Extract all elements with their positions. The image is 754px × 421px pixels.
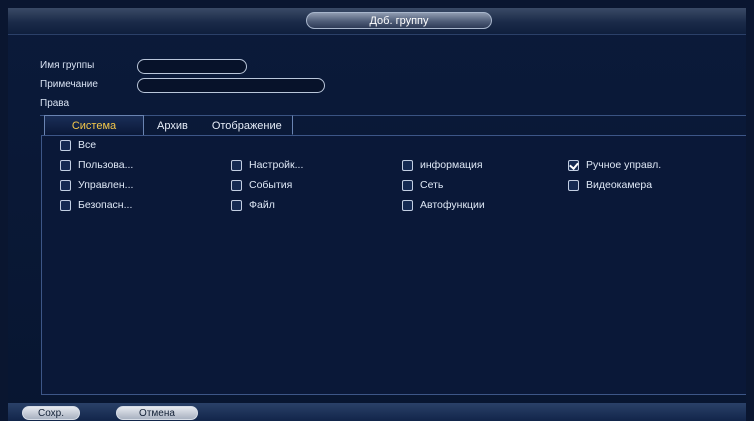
group-name-label: Имя группы	[40, 60, 95, 71]
permission-tabs: Система Архив Отображение	[44, 115, 295, 135]
permission-all[interactable]: Все	[60, 138, 96, 152]
permission-label: Ручное управл.	[586, 159, 662, 171]
checkbox-icon[interactable]	[231, 179, 242, 191]
permissions-panel	[41, 135, 746, 395]
group-name-input[interactable]	[137, 59, 247, 74]
permission-label: Безопасн...	[78, 199, 133, 211]
permission-events[interactable]: События	[231, 178, 292, 192]
permission-settings[interactable]: Настройк...	[231, 158, 303, 172]
tab-system[interactable]: Система	[44, 115, 144, 135]
checkbox-icon[interactable]	[60, 159, 71, 171]
checkbox-icon[interactable]	[231, 159, 242, 171]
checkbox-icon[interactable]	[60, 199, 71, 211]
cancel-button[interactable]: Отмена	[116, 406, 198, 420]
permission-camera[interactable]: Видеокамера	[568, 178, 652, 192]
dialog-footer: Сохр. Отмена	[8, 403, 746, 421]
note-label: Примечание	[40, 79, 98, 90]
checkbox-icon[interactable]	[231, 199, 242, 211]
save-button[interactable]: Сохр.	[22, 406, 80, 420]
rights-label: Права	[40, 98, 70, 109]
permission-label: Видеокамера	[586, 179, 653, 191]
permission-security[interactable]: Безопасн...	[60, 198, 132, 212]
permission-label: Настройк...	[249, 159, 304, 171]
checkbox-icon[interactable]	[60, 179, 71, 191]
checkbox-icon[interactable]	[402, 159, 413, 171]
permission-manual-control[interactable]: Ручное управл.	[568, 158, 661, 172]
checkbox-icon[interactable]	[402, 199, 413, 211]
permission-label: Сеть	[420, 179, 444, 191]
permission-label: События	[249, 179, 293, 191]
permission-label: Управлен...	[78, 179, 134, 191]
dialog-title: Доб. группу	[306, 12, 492, 29]
permission-label: Файл	[249, 199, 275, 211]
tab-display[interactable]: Отображение	[201, 115, 293, 135]
permission-label: Пользова...	[78, 159, 134, 171]
permission-management[interactable]: Управлен...	[60, 178, 133, 192]
add-group-dialog: Доб. группу Имя группы Примечание Права …	[8, 8, 746, 421]
permission-label: Автофункции	[420, 199, 485, 211]
permission-users[interactable]: Пользова...	[60, 158, 133, 172]
permission-file[interactable]: Файл	[231, 198, 275, 212]
checkbox-icon[interactable]	[402, 179, 413, 191]
checkbox-icon[interactable]	[568, 179, 579, 191]
checkbox-checked-icon[interactable]	[568, 159, 579, 171]
checkbox-icon[interactable]	[60, 139, 71, 151]
permission-label: информация	[420, 159, 483, 171]
tab-archive[interactable]: Архив	[146, 115, 199, 135]
note-input[interactable]	[137, 78, 325, 93]
dialog-titlebar: Доб. группу	[8, 8, 746, 35]
permission-network[interactable]: Сеть	[402, 178, 443, 192]
permission-info[interactable]: информация	[402, 158, 483, 172]
permission-autofunctions[interactable]: Автофункции	[402, 198, 485, 212]
permission-label: Все	[78, 139, 97, 151]
